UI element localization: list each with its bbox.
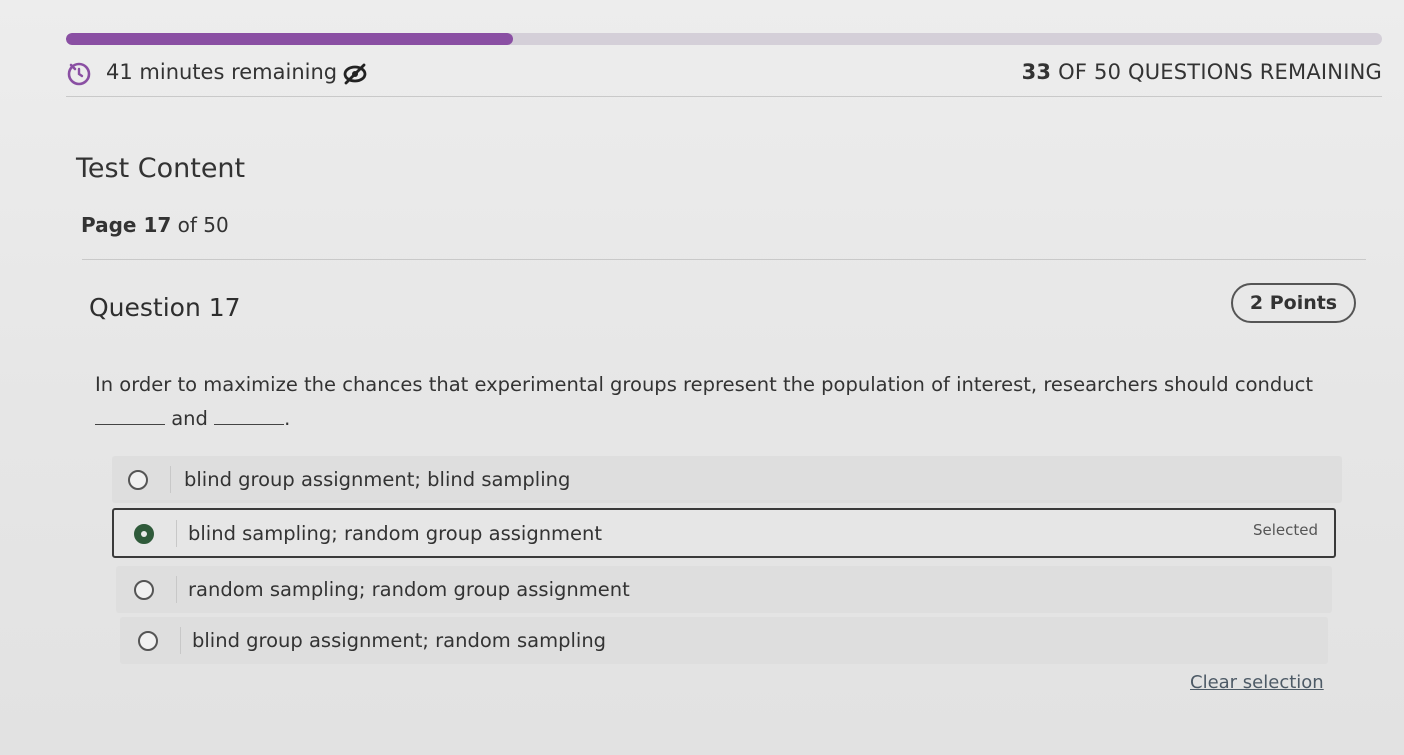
answer-option-label: blind group assignment; random sampling [192,629,607,652]
exam-page: 41 minutes remaining 33 OF 50 QUESTIONS … [0,0,1404,755]
page-indicator: Page 17 of 50 [81,213,229,237]
option-divider [170,466,171,493]
answer-option-label: blind sampling; random group assignment [188,522,603,545]
answer-option-label: blind group assignment; blind sampling [184,468,571,491]
selected-tag: Selected [1252,521,1318,539]
answer-option-selected[interactable]: blind sampling; random group assignment … [112,508,1336,558]
option-divider [176,576,177,603]
questions-remaining: 33 OF 50 QUESTIONS REMAINING [1022,60,1382,84]
points-badge: 2 Points [1231,283,1356,323]
answer-option-label: random sampling; random group assignment [188,578,630,601]
answer-option[interactable]: blind group assignment; blind sampling [112,456,1342,503]
page-divider [82,259,1366,260]
option-divider [176,520,177,547]
progress-bar [66,33,1382,45]
radio-button[interactable] [134,580,154,600]
radio-button[interactable] [128,470,148,490]
question-title: Question 17 [89,293,241,322]
status-divider [66,96,1382,97]
timer-icon [67,62,91,86]
page-label: Page 17 [81,213,172,237]
eye-slash-icon[interactable] [342,62,368,86]
status-row: 41 minutes remaining 33 OF 50 QUESTIONS … [66,58,1382,88]
page-total: of 50 [171,213,229,237]
question-text-end: . [284,407,291,430]
answer-option[interactable]: random sampling; random group assignment [116,566,1332,613]
question-text-mid: and [165,407,215,430]
option-divider [180,627,181,654]
question-text: In order to maximize the chances that ex… [95,368,1335,436]
questions-remaining-suffix: OF 50 QUESTIONS REMAINING [1051,60,1382,84]
answer-blank-2 [214,408,285,425]
section-title: Test Content [76,153,246,184]
clear-selection-link[interactable]: Clear selection [1190,672,1324,693]
radio-button[interactable] [138,631,158,651]
answer-option[interactable]: blind group assignment; random sampling [120,617,1328,664]
questions-remaining-count: 33 [1021,60,1052,84]
time-remaining: 41 minutes remaining [106,60,338,84]
radio-button-selected[interactable] [134,524,154,544]
answer-blank-1 [95,408,165,425]
question-text-line1: In order to maximize the chances that ex… [95,373,1313,396]
progress-bar-fill [66,33,514,45]
